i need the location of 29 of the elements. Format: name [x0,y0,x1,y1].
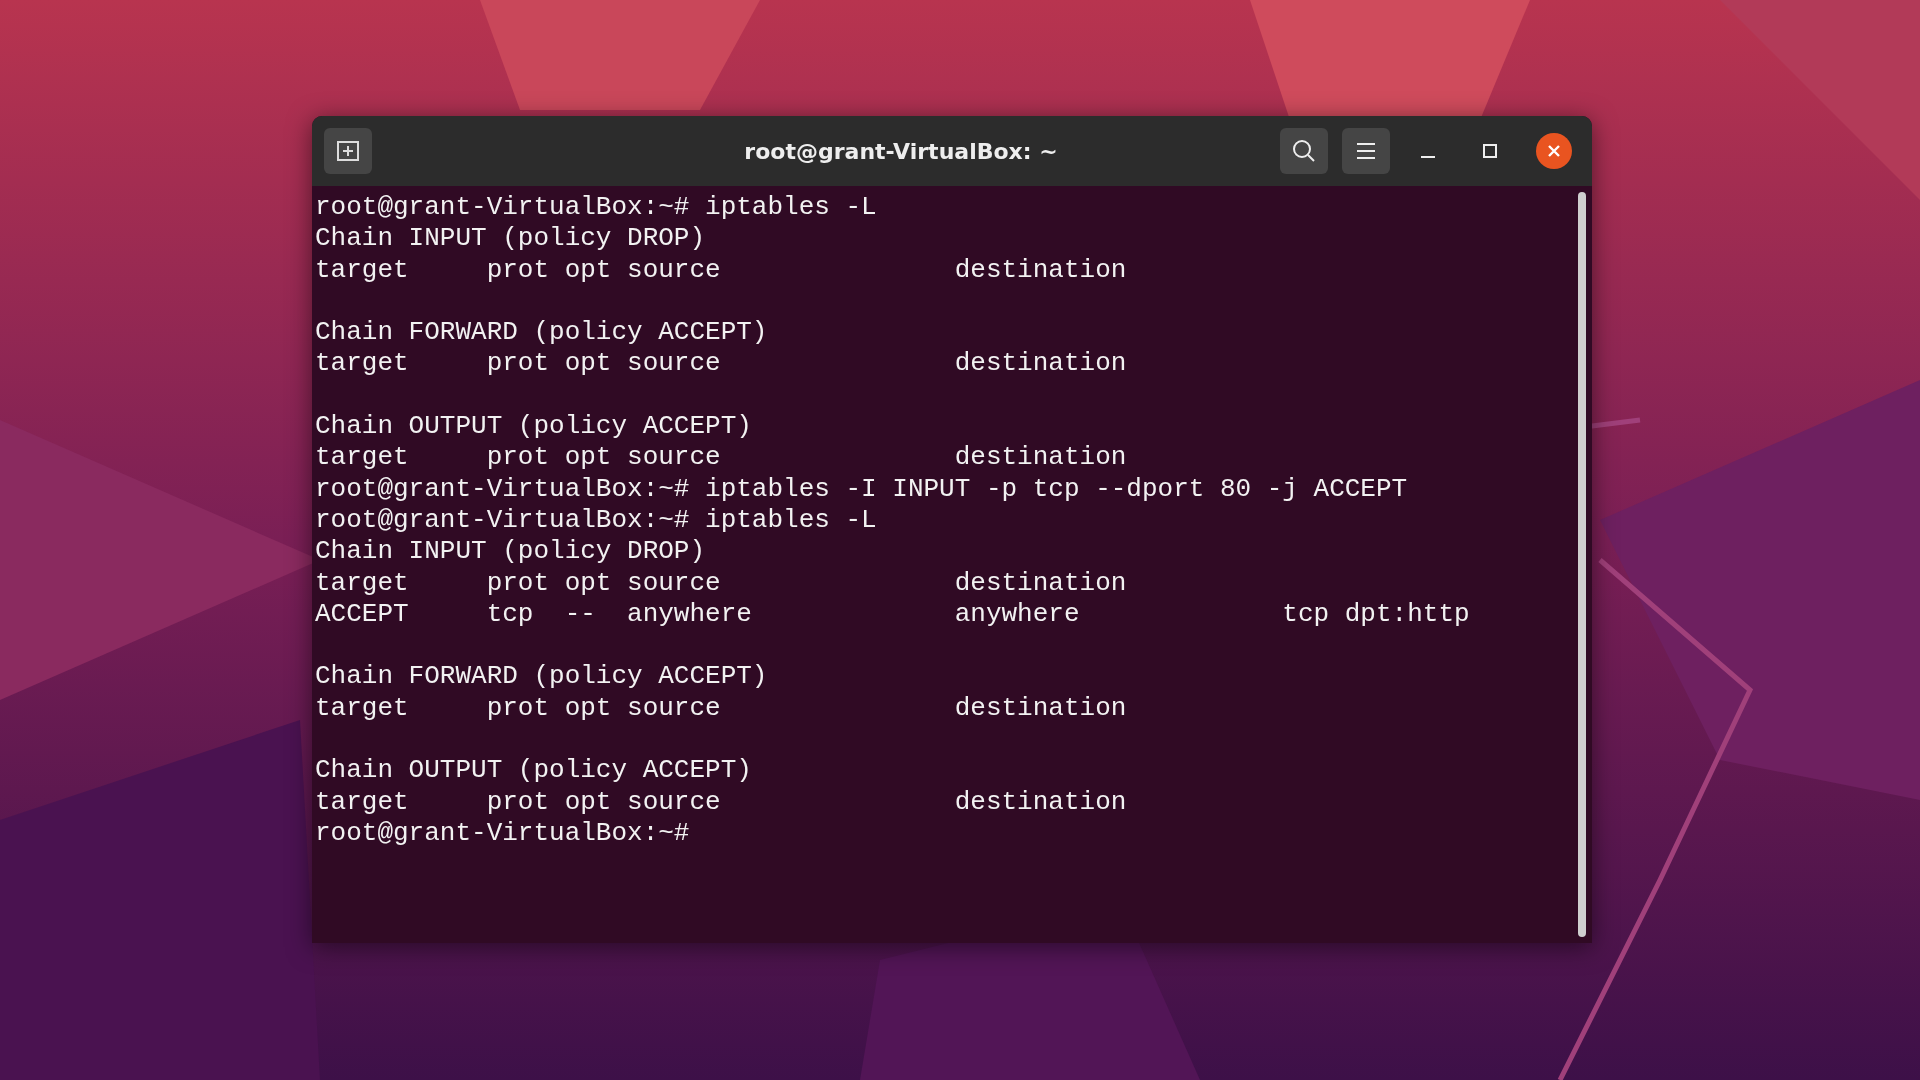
terminal-line: root@grant-VirtualBox:~# iptables -L [315,192,878,224]
search-icon [1291,138,1317,164]
menu-icon [1355,141,1377,161]
terminal-line: Chain FORWARD (policy ACCEPT) [315,661,769,693]
terminal-line: root@grant-VirtualBox:~# iptables -I INPUT -p tcp --dport 80 -j ACCEPT [315,473,1409,505]
terminal-line: target prot opt source destination [315,786,1128,818]
terminal-line: target prot opt source destination [315,442,1128,474]
terminal-line: target prot opt source destination [315,348,1128,380]
terminal-line: Chain OUTPUT (policy ACCEPT) [315,411,753,443]
window-title: root@grant-VirtualBox: ~ [743,138,1059,164]
terminal-line: root@grant-VirtualBox:~# iptables -L [315,504,878,537]
terminal-line: Chain OUTPUT (policy ACCEPT) [315,755,753,787]
terminal-line: Chain INPUT (policy DROP) [315,223,707,255]
new-tab-icon [335,138,361,164]
terminal-line: Chain FORWARD (policy ACCEPT) [315,317,769,349]
scrollbar[interactable] [1578,192,1586,937]
menu-button[interactable] [1342,128,1390,174]
terminal-line: target prot opt source destination [315,692,1128,725]
maximize-icon [1482,143,1498,159]
close-icon [1546,143,1562,159]
terminal-line: Chain INPUT (policy DROP) [315,536,707,568]
close-button[interactable] [1536,133,1572,169]
minimize-icon [1421,156,1435,158]
terminal-line: root@grant-VirtualBox:~# [315,817,691,850]
search-button[interactable] [1280,128,1328,174]
terminal-line: ACCEPT tcp -- anywhere anywhere tcp dpt:http [315,598,1471,631]
new-tab-button[interactable] [324,128,372,174]
terminal-line: target prot opt source destination [315,567,1128,599]
terminal-line: target prot opt source destination [315,254,1128,286]
